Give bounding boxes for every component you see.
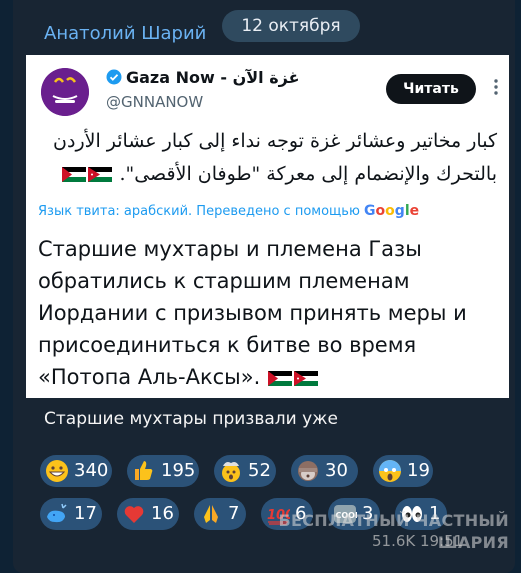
reaction-whale[interactable]: 17 [40, 498, 102, 530]
arabic-text: كبار مخاتير وعشائر غزة توجه نداء إلى كبا… [53, 130, 497, 185]
reaction-count: 52 [248, 460, 271, 481]
reaction-monkey[interactable]: 30 [291, 455, 358, 487]
praying-hands-icon [204, 505, 218, 523]
reaction-grin[interactable]: 340 [40, 455, 112, 487]
tweet-handle[interactable]: @GNNANOW [106, 93, 203, 111]
grin-icon [46, 460, 68, 482]
message-bubble: Анатолий Шарий Gaza Now - غزة الآن @GNNA… [13, 0, 515, 573]
reaction-pray[interactable]: 7 [194, 498, 246, 530]
reaction-count: 16 [151, 503, 174, 524]
reaction-count: 7 [228, 503, 240, 524]
heart-icon [124, 506, 144, 523]
tweet-card[interactable]: Gaza Now - غزة الآن @GNNANOW Читать كبار… [26, 55, 509, 398]
tweet-author-name[interactable]: Gaza Now - غزة الآن [106, 68, 300, 87]
more-options-icon[interactable] [488, 77, 504, 97]
exploding-head-icon [222, 462, 240, 482]
translated-text: Старшие мухтары и племена Газы обратилис… [38, 237, 467, 389]
jordan-flag-icon [88, 167, 113, 182]
reaction-exploding-head[interactable]: 52 [214, 455, 276, 487]
tweet-translated-text: Старшие мухтары и племена Газы обратилис… [38, 233, 498, 393]
tweet-author-label: Gaza Now - غزة الآن [126, 68, 300, 87]
jordan-flag-icon [293, 371, 318, 386]
whale-icon [47, 503, 67, 523]
message-views-time: 51.6K 19:51 [372, 532, 464, 550]
reaction-scream[interactable]: 19 [373, 455, 433, 487]
translation-text: Язык твита: арабский. Переведено с помощ… [38, 204, 360, 219]
reaction-count: 340 [74, 460, 109, 481]
thumbs-up-icon [135, 461, 153, 480]
reaction-count: 30 [325, 460, 348, 481]
tweet-avatar[interactable] [41, 68, 89, 116]
palestine-flag-icon [62, 167, 87, 182]
reaction-count: 19 [407, 460, 430, 481]
watermark-line-1: БЕСПЛАТНЫЙ ЧАСТНЫЙ [278, 511, 509, 530]
author-name[interactable]: Анатолий Шарий [44, 23, 206, 44]
message-caption: Старшие мухтары призвали уже [44, 409, 338, 429]
see-no-evil-monkey-icon [298, 461, 318, 481]
translation-note: Язык твита: арабский. Переведено с помощ… [38, 203, 419, 219]
gaza-now-logo-icon [41, 68, 89, 116]
google-logo: Google [364, 203, 420, 219]
reaction-count: 195 [161, 460, 196, 481]
read-button[interactable]: Читать [386, 74, 476, 104]
reaction-count: 17 [74, 503, 97, 524]
reaction-heart[interactable]: 16 [117, 498, 179, 530]
tweet-arabic-text: كبار مخاتير وعشائر غزة توجه نداء إلى كبا… [38, 125, 497, 191]
screaming-face-icon [379, 460, 401, 482]
reaction-thumbs-up[interactable]: 195 [127, 455, 199, 487]
palestine-flag-icon [267, 371, 292, 386]
verified-badge-icon [106, 69, 122, 85]
date-separator: 12 октября [222, 10, 360, 42]
